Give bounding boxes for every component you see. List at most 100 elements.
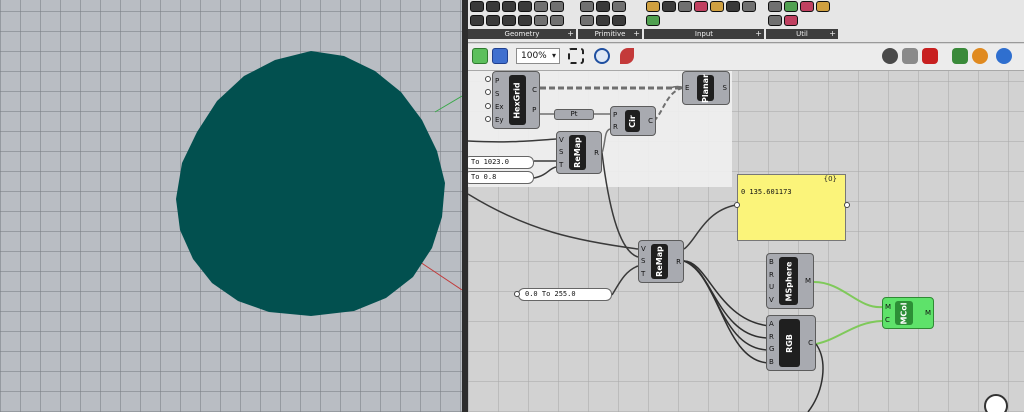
navigation-ball-icon[interactable]	[984, 394, 1008, 412]
remap-component-2[interactable]: V S T ReMap R	[638, 240, 684, 283]
input-tool-icon[interactable]	[742, 1, 756, 12]
geometry-tool-icon[interactable]	[518, 1, 532, 12]
geometry-tool-icon[interactable]	[518, 15, 532, 26]
material-sphere-icon[interactable]	[972, 48, 988, 64]
save-icon[interactable]	[492, 48, 508, 64]
chevron-down-icon[interactable]: ▾	[552, 48, 556, 64]
range-slider-1[interactable]: To 1023.0	[468, 156, 534, 169]
primitive-tool-icon[interactable]	[612, 1, 626, 12]
expand-group-icon[interactable]: +	[755, 29, 762, 39]
panel-output-pin[interactable]	[844, 202, 850, 208]
geometry-tool-icon[interactable]	[550, 1, 564, 12]
msphere-component[interactable]: B R U V MSphere M	[766, 253, 814, 309]
ribbon-group-label: Geometry +	[468, 29, 576, 39]
preview-wire-icon[interactable]	[882, 48, 898, 64]
primitive-tool-icon[interactable]	[596, 15, 610, 26]
geometry-tool-icon[interactable]	[470, 15, 484, 26]
input-port-label: C	[885, 315, 890, 324]
input-tool-icon[interactable]	[726, 1, 740, 12]
mcol-component[interactable]: M C MCol M	[882, 297, 934, 329]
output-port-label: S	[722, 84, 727, 92]
ribbon-group-geometry: Geometry +	[468, 0, 576, 40]
util-tool-icon[interactable]	[784, 1, 798, 12]
input-tool-icon[interactable]	[646, 1, 660, 12]
output-port-label: R	[594, 148, 599, 157]
component-title: ReMap	[569, 135, 586, 170]
open-file-icon[interactable]	[472, 48, 488, 64]
primitive-tool-icon[interactable]	[580, 15, 594, 26]
ribbon-group-label: Util +	[766, 29, 838, 39]
geometry-tool-icon[interactable]	[486, 1, 500, 12]
zoom-extents-icon[interactable]	[568, 48, 584, 64]
component-title: Planar	[697, 73, 714, 103]
component-title: HexGrid	[509, 75, 526, 125]
component-ribbon: Geometry + Primitive + Input + Util +	[468, 0, 1024, 43]
preview-eye-icon[interactable]	[594, 48, 610, 64]
preview-selected-icon[interactable]	[922, 48, 938, 64]
input-port-label: M	[885, 302, 892, 311]
geometry-tool-icon[interactable]	[534, 15, 548, 26]
input-tool-icon[interactable]	[662, 1, 676, 12]
component-title: RGB	[779, 319, 800, 367]
bake-icon[interactable]	[952, 48, 968, 64]
remap-component-1[interactable]: V S T ReMap R	[556, 131, 602, 174]
geometry-tool-icon[interactable]	[550, 15, 564, 26]
display-settings-icon[interactable]	[996, 48, 1012, 64]
ribbon-group-label: Input +	[644, 29, 764, 39]
slider-pin[interactable]	[514, 291, 520, 297]
input-pin[interactable]	[485, 89, 491, 95]
util-tool-icon[interactable]	[784, 15, 798, 26]
primitive-tool-icon[interactable]	[580, 1, 594, 12]
planar-component[interactable]: E Planar S	[682, 71, 730, 105]
input-pin[interactable]	[485, 76, 491, 82]
range-slider-2[interactable]: To 0.8	[468, 171, 534, 184]
output-port-label: C	[808, 339, 813, 347]
primitive-tool-icon[interactable]	[596, 1, 610, 12]
component-title: MSphere	[779, 257, 798, 305]
rhino-viewport[interactable]	[0, 0, 462, 412]
input-port-label: V	[641, 245, 646, 254]
input-port-label: E	[685, 84, 690, 92]
geometry-tool-icon[interactable]	[502, 15, 516, 26]
expand-group-icon[interactable]: +	[633, 29, 640, 39]
geometry-tool-icon[interactable]	[486, 15, 500, 26]
primitive-tool-icon[interactable]	[612, 15, 626, 26]
input-tool-icon[interactable]	[646, 15, 660, 26]
geometry-tool-icon[interactable]	[534, 1, 548, 12]
input-tool-icon[interactable]	[694, 1, 708, 12]
panel-output[interactable]: {0} 0 135.601173	[737, 174, 846, 241]
canvas-toolbar: 100% ▾	[468, 44, 1024, 71]
circle-component[interactable]: P R Cir C	[610, 106, 656, 136]
ribbon-group-primitive: Primitive +	[578, 0, 642, 40]
input-port-label: R	[613, 123, 618, 131]
x-axis-line	[419, 261, 462, 291]
range-slider-3[interactable]: 0.0 To 255.0	[518, 288, 612, 301]
input-port-label: B	[769, 258, 774, 267]
output-port-label: M	[804, 277, 811, 285]
point-component[interactable]: Pt	[554, 109, 594, 120]
extruded-circle-shape[interactable]	[176, 51, 445, 316]
input-pin[interactable]	[485, 116, 491, 122]
input-tool-icon[interactable]	[678, 1, 692, 12]
output-port-label: M	[924, 309, 931, 317]
util-tool-icon[interactable]	[816, 1, 830, 12]
input-pin[interactable]	[485, 103, 491, 109]
preview-shaded-icon[interactable]	[902, 48, 918, 64]
input-port-label: R	[769, 332, 774, 341]
util-tool-icon[interactable]	[768, 15, 782, 26]
geometry-tool-icon[interactable]	[502, 1, 516, 12]
output-port-label: C	[532, 86, 537, 94]
rgb-component[interactable]: A R G B RGB C	[766, 315, 816, 371]
wire-layer	[468, 85, 883, 412]
util-tool-icon[interactable]	[768, 1, 782, 12]
hexgrid-component[interactable]: P S Ex Ey HexGrid C P	[492, 71, 540, 129]
geometry-tool-icon[interactable]	[470, 1, 484, 12]
expand-group-icon[interactable]: +	[829, 29, 836, 39]
sketch-pen-icon[interactable]	[620, 48, 634, 64]
util-tool-icon[interactable]	[800, 1, 814, 12]
expand-group-icon[interactable]: +	[567, 29, 574, 39]
grasshopper-canvas[interactable]: P S Ex Ey HexGrid C P E Planar S Pt P R …	[468, 71, 1024, 412]
panel-input-pin[interactable]	[734, 202, 740, 208]
input-tool-icon[interactable]	[710, 1, 724, 12]
input-port-label: T	[641, 269, 646, 278]
